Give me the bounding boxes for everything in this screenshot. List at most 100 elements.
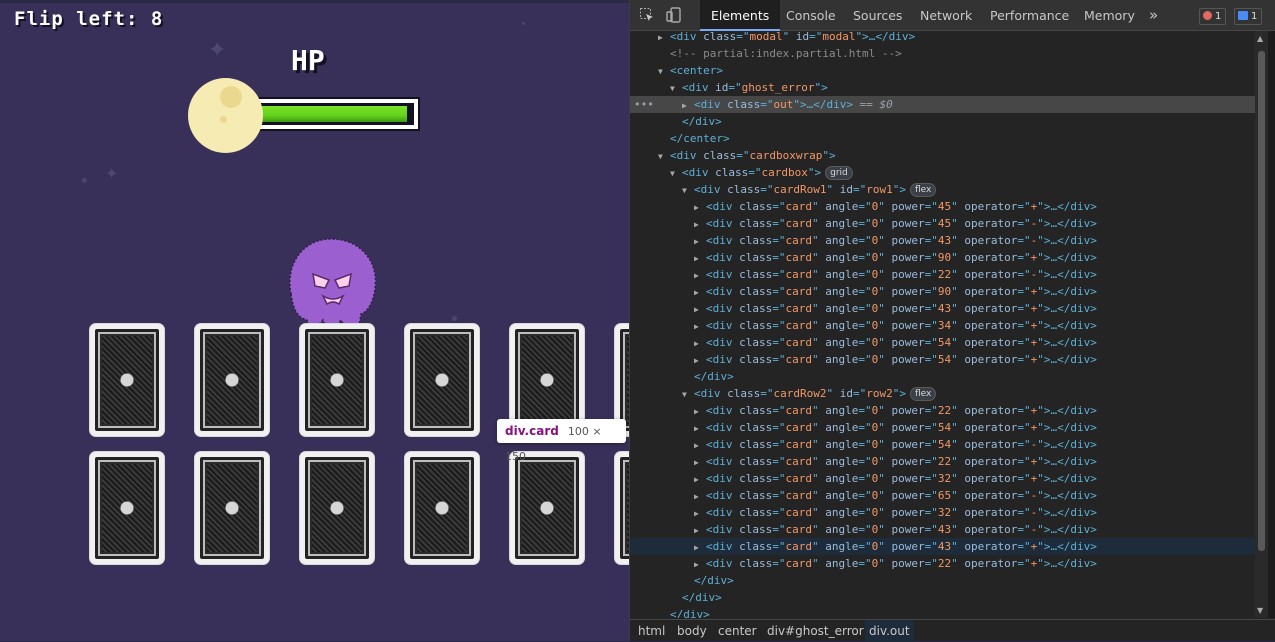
flex-badge[interactable]: flex xyxy=(909,387,937,401)
dom-card-node[interactable]: ▶ <div class="card" angle="0" power="32" … xyxy=(630,504,1255,521)
expand-arrow-icon[interactable]: ▶ xyxy=(694,335,706,352)
expand-arrow-icon[interactable]: ▶ xyxy=(694,233,706,250)
collapse-arrow-icon[interactable]: ▼ xyxy=(670,80,682,97)
dom-card-node[interactable]: ▶ <div class="card" angle="0" power="54" … xyxy=(630,419,1255,436)
dom-card-node[interactable]: ▶ <div class="card" angle="0" power="32" … xyxy=(630,470,1255,487)
collapse-arrow-icon[interactable]: ▼ xyxy=(658,63,670,80)
collapse-arrow-icon[interactable]: ▼ xyxy=(682,182,694,199)
dom-card-node[interactable]: ▶ <div class="card" angle="0" power="90" … xyxy=(630,249,1255,266)
collapse-arrow-icon[interactable]: ▼ xyxy=(658,148,670,165)
dom-card-node[interactable]: ▶ <div class="card" angle="0" power="43" … xyxy=(630,300,1255,317)
breadcrumb-center[interactable]: center xyxy=(714,620,761,642)
dom-close-tag[interactable]: </div> xyxy=(630,589,1255,606)
expand-arrow-icon[interactable]: ▶ xyxy=(694,522,706,539)
card[interactable] xyxy=(615,452,629,564)
tab-elements[interactable]: Elements xyxy=(700,0,781,31)
dom-card-node[interactable]: ▶ <div class="card" angle="0" power="90" … xyxy=(630,283,1255,300)
breadcrumb-body[interactable]: body xyxy=(673,620,711,642)
dom-close-tag[interactable]: </div> xyxy=(630,606,1255,618)
expand-arrow-icon[interactable]: ▶ xyxy=(658,31,670,46)
dom-node[interactable]: ▼ <div class="cardRow2" id="row2"> flex xyxy=(630,385,1255,402)
expand-arrow-icon[interactable]: ▶ xyxy=(694,420,706,437)
expand-arrow-icon[interactable]: ▶ xyxy=(694,454,706,471)
card[interactable] xyxy=(405,452,479,564)
errors-badge[interactable]: 1 xyxy=(1199,8,1227,25)
dom-close-tag[interactable]: </div> xyxy=(630,113,1255,130)
card[interactable] xyxy=(195,452,269,564)
card[interactable] xyxy=(90,324,164,436)
dom-card-node[interactable]: ▶ <div class="card" angle="0" power="22" … xyxy=(630,453,1255,470)
expand-arrow-icon[interactable]: ▶ xyxy=(694,352,706,369)
expand-arrow-icon[interactable]: ▶ xyxy=(694,318,706,335)
messages-badge[interactable]: 1 xyxy=(1234,8,1263,25)
tab-console[interactable]: Console xyxy=(775,0,847,31)
dom-card-node[interactable]: ▶ <div class="card" angle="0" power="43" … xyxy=(630,232,1255,249)
dom-card-node[interactable]: ▶ <div class="card" angle="0" power="54" … xyxy=(630,334,1255,351)
scroll-down-icon[interactable]: ▼ xyxy=(1257,606,1263,615)
tab-sources[interactable]: Sources xyxy=(842,0,913,31)
game-viewport[interactable]: Flip left: 8 ✦ ✦ HP div.card 100 × 150 xyxy=(0,0,629,641)
tab-network[interactable]: Network xyxy=(909,0,983,31)
dom-close-tag[interactable]: </div> xyxy=(630,368,1255,385)
expand-arrow-icon[interactable]: ▶ xyxy=(694,539,706,556)
expand-arrow-icon[interactable]: ▶ xyxy=(694,301,706,318)
expand-arrow-icon[interactable]: ▶ xyxy=(694,250,706,267)
breadcrumb-html[interactable]: html xyxy=(634,620,669,642)
expand-arrow-icon[interactable]: ▶ xyxy=(694,199,706,216)
tab-memory[interactable]: Memory xyxy=(1073,0,1146,31)
card[interactable] xyxy=(300,452,374,564)
scrollbar-thumb[interactable] xyxy=(1258,51,1265,551)
dom-node[interactable]: ▼ <div class="cardboxwrap"> xyxy=(630,147,1255,164)
dom-close-tag[interactable]: </div> xyxy=(630,572,1255,589)
node-actions-icon[interactable]: ••• xyxy=(634,96,654,113)
dom-card-node[interactable]: ▶ <div class="card" angle="0" power="45" … xyxy=(630,198,1255,215)
expand-arrow-icon[interactable]: ▶ xyxy=(694,505,706,522)
collapse-arrow-icon[interactable]: ▼ xyxy=(682,386,694,403)
expand-arrow-icon[interactable]: ▶ xyxy=(694,488,706,505)
more-tabs-button[interactable]: » xyxy=(1138,0,1169,31)
card[interactable] xyxy=(510,452,584,564)
expand-arrow-icon[interactable]: ▶ xyxy=(694,284,706,301)
card[interactable] xyxy=(405,324,479,436)
card[interactable] xyxy=(90,452,164,564)
dom-card-node[interactable]: ▶ <div class="card" angle="0" power="54" … xyxy=(630,436,1255,453)
collapse-arrow-icon[interactable]: ▼ xyxy=(670,165,682,182)
dom-node[interactable]: ▶ <div class="modal" id="modal">…</div> xyxy=(630,31,1255,45)
dom-tree[interactable]: ▶ <div class="modal" id="modal">…</div> <… xyxy=(630,31,1255,618)
expand-arrow-icon[interactable]: ▶ xyxy=(694,471,706,488)
side-pane-edge[interactable] xyxy=(1268,31,1275,618)
scroll-up-icon[interactable]: ▲ xyxy=(1257,34,1263,43)
dom-node[interactable]: ▼ <div class="cardRow1" id="row1"> flex xyxy=(630,181,1255,198)
card[interactable] xyxy=(195,324,269,436)
breadcrumb-ghost-error[interactable]: div#ghost_error xyxy=(763,620,868,642)
expand-arrow-icon[interactable]: ▶ xyxy=(694,437,706,454)
dom-card-node[interactable]: ▶ <div class="card" angle="0" power="43" … xyxy=(630,521,1255,538)
dom-card-node[interactable]: ▶ <div class="card" angle="0" power="34" … xyxy=(630,317,1255,334)
dom-card-node[interactable]: ▶ <div class="card" angle="0" power="43" … xyxy=(630,538,1255,555)
dom-node[interactable]: ▼ <div id="ghost_error"> xyxy=(630,79,1255,96)
dom-card-node[interactable]: ▶ <div class="card" angle="0" power="54" … xyxy=(630,351,1255,368)
expand-arrow-icon[interactable]: ▶ xyxy=(694,267,706,284)
inspect-element-icon[interactable] xyxy=(639,7,655,23)
expand-arrow-icon[interactable]: ▶ xyxy=(682,97,694,114)
expand-arrow-icon[interactable]: ▶ xyxy=(694,216,706,233)
device-toolbar-icon[interactable] xyxy=(666,7,682,23)
dom-node[interactable]: ▼ <div class="cardbox"> grid xyxy=(630,164,1255,181)
dom-card-node[interactable]: ▶ <div class="card" angle="0" power="22" … xyxy=(630,266,1255,283)
expand-arrow-icon[interactable]: ▶ xyxy=(694,556,706,573)
dom-node-selected[interactable]: ••• ▶ <div class="out">…</div> == $0 xyxy=(630,96,1255,113)
dom-card-node[interactable]: ▶ <div class="card" angle="0" power="65" … xyxy=(630,487,1255,504)
dom-comment[interactable]: <!-- partial:index.partial.html --> xyxy=(630,45,1255,62)
tab-performance[interactable]: Performance xyxy=(979,0,1080,31)
grid-badge[interactable]: grid xyxy=(825,166,853,180)
flex-badge[interactable]: flex xyxy=(909,183,937,197)
breadcrumb-div-out[interactable]: div.out xyxy=(865,620,914,642)
card[interactable] xyxy=(300,324,374,436)
dom-node[interactable]: ▼ <center> xyxy=(630,62,1255,79)
dom-card-node[interactable]: ▶ <div class="card" angle="0" power="22" … xyxy=(630,555,1255,572)
dom-card-node[interactable]: ▶ <div class="card" angle="0" power="22" … xyxy=(630,402,1255,419)
expand-arrow-icon[interactable]: ▶ xyxy=(694,403,706,420)
dom-close-tag[interactable]: </center> xyxy=(630,130,1255,147)
dom-tree-scrollbar[interactable]: ▲ ▼ xyxy=(1255,31,1268,618)
dom-card-node[interactable]: ▶ <div class="card" angle="0" power="45" … xyxy=(630,215,1255,232)
